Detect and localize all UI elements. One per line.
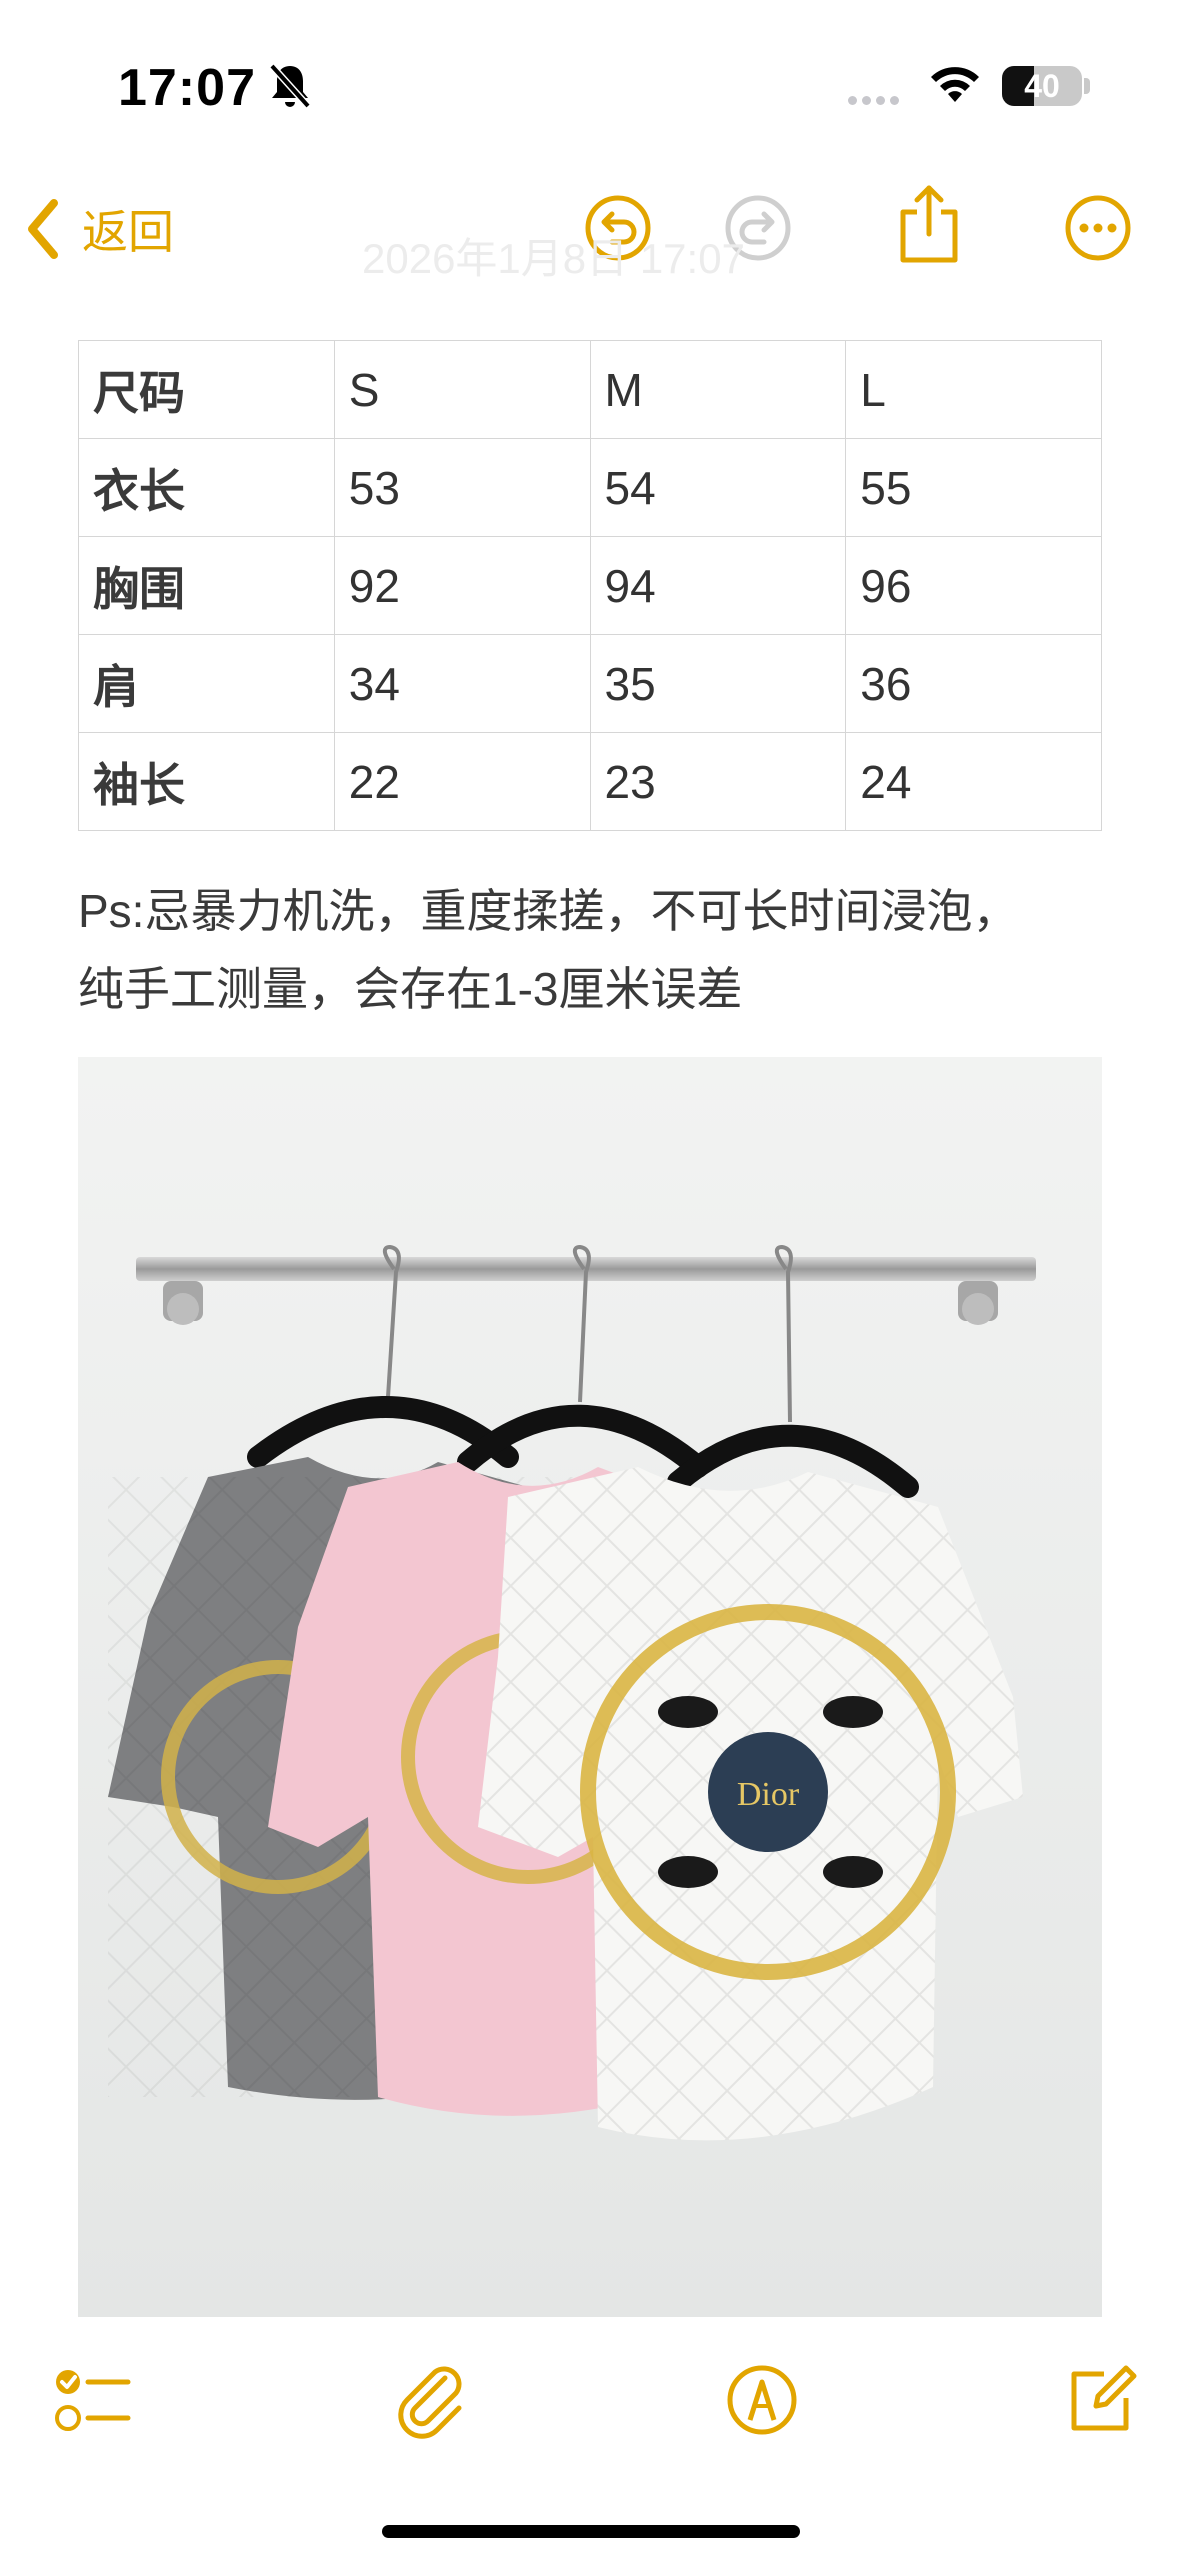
table-cell[interactable]: 24 — [845, 732, 1102, 831]
table-cell[interactable]: 肩 — [78, 634, 335, 733]
back-label: 返回 — [82, 206, 174, 258]
table-cell[interactable]: 96 — [845, 536, 1102, 635]
battery-tip — [1084, 78, 1090, 94]
paperclip-icon[interactable] — [393, 2360, 473, 2440]
note-line: 纯手工测量，会存在1-3厘米误差 — [78, 963, 743, 1015]
table-cell[interactable]: M — [589, 340, 847, 439]
checklist-icon[interactable] — [52, 2360, 132, 2440]
table-cell[interactable]: 衣长 — [78, 438, 335, 537]
cellular-icon — [848, 92, 904, 110]
bell-slash-icon — [269, 63, 311, 109]
table-row: 衣长 53 54 55 — [78, 438, 1102, 537]
more-icon[interactable] — [1062, 192, 1134, 264]
table-cell[interactable]: 53 — [333, 438, 591, 537]
size-table: 尺码 S M L 衣长 53 54 55 胸围 92 94 96 肩 34 35… — [78, 340, 1102, 831]
table-cell[interactable]: 54 — [589, 438, 847, 537]
battery-icon: 40 — [1002, 66, 1082, 106]
note-date: 2026年1月8日 17:07 — [362, 235, 745, 282]
photo-logo-text: Dior — [737, 1776, 800, 1813]
wifi-icon — [931, 67, 979, 102]
table-header-row: 尺码 S M L — [78, 340, 1102, 439]
table-cell[interactable]: 34 — [333, 634, 591, 733]
table-cell[interactable]: 22 — [333, 732, 591, 831]
table-cell[interactable]: 92 — [333, 536, 591, 635]
battery-text: 40 — [1024, 68, 1060, 104]
table-cell[interactable]: 尺码 — [78, 340, 335, 439]
table-cell[interactable]: 袖长 — [78, 732, 335, 831]
table-row: 肩 34 35 36 — [78, 634, 1102, 733]
table-row: 胸围 92 94 96 — [78, 536, 1102, 635]
table-cell[interactable]: 胸围 — [78, 536, 335, 635]
status-bar: 17:07 40 — [0, 0, 1179, 170]
home-indicator[interactable] — [382, 2525, 800, 2538]
status-time: 17:07 — [118, 59, 256, 117]
table-cell[interactable]: 35 — [589, 634, 847, 733]
compose-icon[interactable] — [1060, 2360, 1140, 2440]
table-cell[interactable]: 94 — [589, 536, 847, 635]
note-text[interactable]: Ps:忌暴力机洗，重度揉搓，不可长时间浸泡， 纯手工测量，会存在1-3厘米误差 — [78, 872, 1118, 1028]
product-photo[interactable]: Dior — [78, 1057, 1102, 2317]
note-line: Ps:忌暴力机洗，重度揉搓，不可长时间浸泡， — [78, 885, 1019, 937]
chevron-left-icon — [28, 199, 58, 259]
table-cell[interactable]: 55 — [845, 438, 1102, 537]
table-cell[interactable]: L — [845, 340, 1102, 439]
table-cell[interactable]: 36 — [845, 634, 1102, 733]
table-cell[interactable]: 23 — [589, 732, 847, 831]
table-cell[interactable]: S — [333, 340, 591, 439]
tshirts-on-rack-image: Dior — [78, 1057, 1102, 2317]
share-icon[interactable] — [893, 182, 965, 266]
table-row: 袖长 22 23 24 — [78, 732, 1102, 831]
back-button[interactable]: 返回 — [24, 194, 174, 264]
markup-pen-icon[interactable] — [722, 2360, 802, 2440]
